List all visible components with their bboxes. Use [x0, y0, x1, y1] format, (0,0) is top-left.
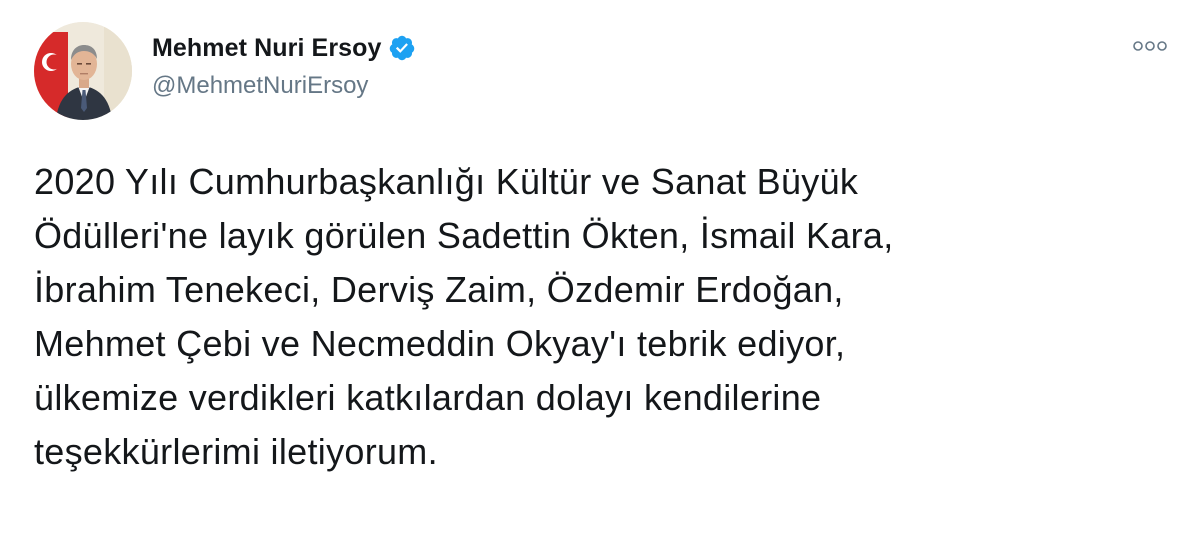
name-row: Mehmet Nuri Ersoy [152, 30, 416, 66]
tweet-text-line: ülkemize verdikleri katkılardan dolayı k… [34, 377, 822, 418]
tweet-text-line: Ödülleri'ne layık görülen Sadettin Ökten… [34, 215, 894, 256]
tweet-card: Mehmet Nuri Ersoy @MehmetNuriErsoy 2020 … [0, 0, 1200, 534]
tweet-text-line: teşekkürlerimi iletiyorum. [34, 431, 438, 472]
profile-photo-avatar [34, 22, 132, 120]
tweet-text: 2020 Yılı Cumhurbaşkanlığı Kültür ve San… [34, 155, 1164, 479]
author-display-name[interactable]: Mehmet Nuri Ersoy [152, 34, 382, 63]
tweet-text-line: İbrahim Tenekeci, Derviş Zaim, Özdemir E… [34, 269, 844, 310]
verified-badge-icon [388, 34, 416, 62]
author-handle[interactable]: @MehmetNuriErsoy [152, 72, 416, 100]
more-options-button[interactable] [1126, 34, 1174, 62]
tweet-author: Mehmet Nuri Ersoy @MehmetNuriErsoy [152, 30, 416, 100]
tweet-text-line: Mehmet Çebi ve Necmeddin Okyay'ı tebrik … [34, 323, 846, 364]
more-options-icon [1130, 39, 1170, 57]
tweet-text-line: 2020 Yılı Cumhurbaşkanlığı Kültür ve San… [34, 161, 859, 202]
avatar[interactable] [34, 22, 132, 120]
